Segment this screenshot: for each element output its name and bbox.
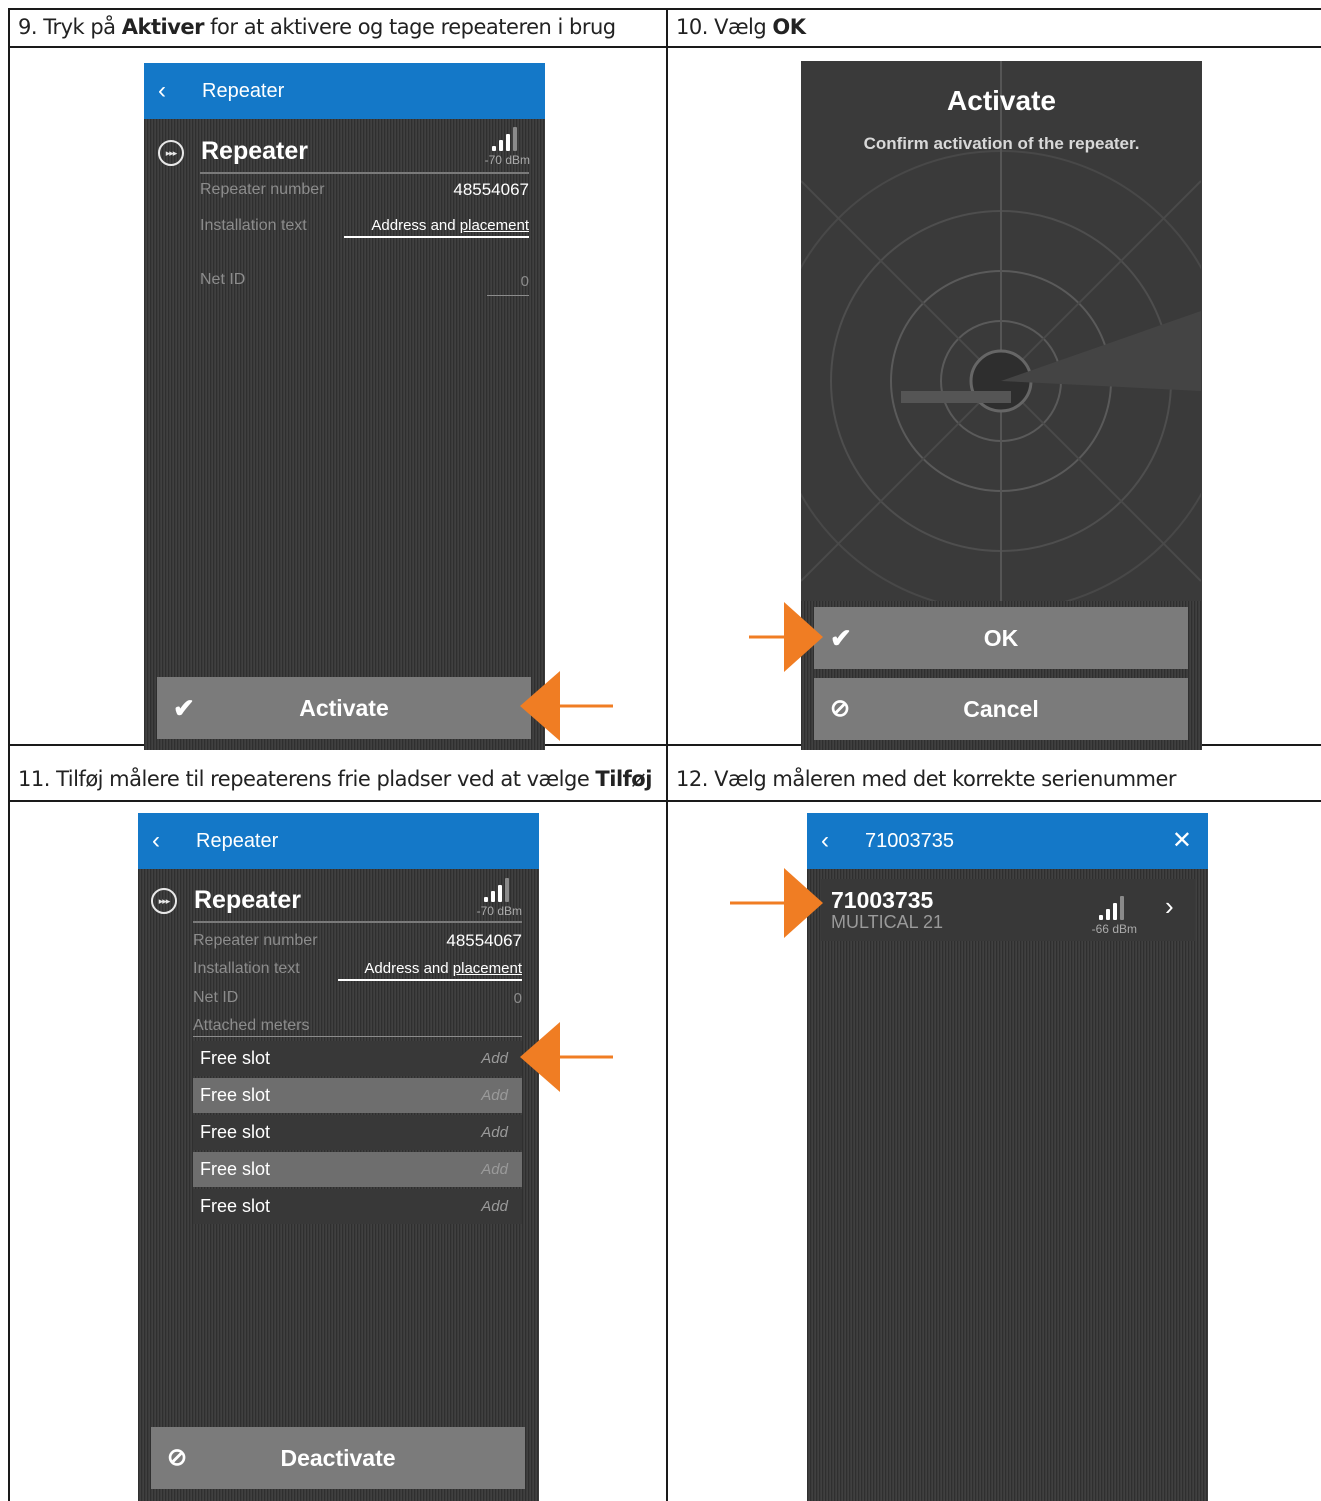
meter-number: 71003735 xyxy=(831,887,934,913)
cancel-button[interactable]: ⊘ Cancel xyxy=(814,678,1188,740)
chevron-right-icon: › xyxy=(1165,891,1174,921)
add-link[interactable]: Add xyxy=(481,1115,508,1150)
app-bar: ‹ Repeater xyxy=(138,813,539,869)
caption-step-9: 9. Tryk på Aktiver for at aktivere og ta… xyxy=(18,15,616,39)
dialog-subtitle: Confirm activation of the repeater. xyxy=(863,134,1140,153)
signal-dbm: -70 dBm xyxy=(476,904,522,918)
free-slot-row[interactable]: Free slot Add xyxy=(193,1115,522,1150)
signal-strength-icon xyxy=(484,876,518,902)
divider xyxy=(200,172,529,174)
add-link[interactable]: Add xyxy=(481,1152,508,1187)
divider xyxy=(193,921,522,923)
repeater-number-label: Repeater number xyxy=(193,932,318,949)
net-id-label: Net ID xyxy=(200,271,246,288)
installation-text-label: Installation text xyxy=(193,960,300,977)
free-slot-row[interactable]: Free slot Add xyxy=(193,1041,522,1076)
back-arrow-icon[interactable]: ‹ xyxy=(158,63,166,119)
net-id-label: Net ID xyxy=(193,989,239,1006)
checkmark-icon: ✔ xyxy=(173,693,195,723)
screen-activate-confirm: Activate Confirm activation of the repea… xyxy=(801,61,1202,750)
signal-dbm: -66 dBm xyxy=(1091,922,1137,936)
repeater-number-label: Repeater number xyxy=(200,181,325,198)
checkmark-icon: ✔ xyxy=(830,623,852,653)
repeater-number-value: 48554067 xyxy=(453,180,529,199)
divider xyxy=(193,1036,522,1037)
add-link[interactable]: Add xyxy=(481,1041,508,1076)
installation-text-label: Installation text xyxy=(200,217,307,234)
caption-step-12: 12. Vælg måleren med det korrekte serien… xyxy=(676,767,1177,791)
cancel-circle-icon: ⊘ xyxy=(167,1444,188,1471)
orange-arrow-icon xyxy=(749,602,823,672)
repeater-number-value: 48554067 xyxy=(446,931,522,950)
column-divider xyxy=(666,10,668,1501)
deactivate-button[interactable]: ⊘ Deactivate xyxy=(151,1427,525,1489)
repeater-icon: ▸▸▸ xyxy=(151,888,177,914)
app-bar: ‹ 71003735 ✕ xyxy=(807,813,1208,869)
meter-type: MULTICAL 21 xyxy=(831,912,944,932)
free-slot-row[interactable]: Free slot Add xyxy=(193,1152,522,1187)
orange-arrow-icon xyxy=(730,868,823,938)
signal-dbm: -70 dBm xyxy=(484,153,530,167)
free-slot-row[interactable]: Free slot Add xyxy=(193,1189,522,1224)
installation-text-field[interactable]: Address and placement xyxy=(344,217,529,238)
attached-meters-label: Attached meters xyxy=(193,1017,310,1034)
ok-button[interactable]: ✔ OK xyxy=(814,607,1188,669)
device-title: Repeater xyxy=(201,137,308,165)
add-link[interactable]: Add xyxy=(481,1078,508,1113)
app-bar: ‹ Repeater xyxy=(144,63,545,119)
installation-text-field[interactable]: Address and placement xyxy=(338,960,522,981)
back-arrow-icon[interactable]: ‹ xyxy=(152,813,160,869)
meter-list-item[interactable]: 71003735 MULTICAL 21 -66 dBm › xyxy=(821,879,1195,941)
signal-strength-icon xyxy=(1099,894,1133,920)
screen-meter-select: ‹ 71003735 ✕ 71003735 MULTICAL 21 -66 dB… xyxy=(807,813,1208,1501)
net-id-underline xyxy=(487,295,529,296)
close-icon[interactable]: ✕ xyxy=(1172,813,1192,869)
repeater-icon: ▸▸▸ xyxy=(158,140,184,166)
net-id-field[interactable]: 0 xyxy=(444,273,529,290)
signal-strength-icon xyxy=(492,125,526,151)
orange-arrow-icon xyxy=(520,671,613,741)
caption-step-11: 11. Tilføj målere til repeaterens frie p… xyxy=(18,767,652,791)
cancel-circle-icon: ⊘ xyxy=(830,695,851,722)
add-link[interactable]: Add xyxy=(481,1189,508,1224)
dialog-title: Activate xyxy=(947,85,1056,116)
orange-arrow-icon xyxy=(520,1022,613,1092)
app-bar-title: Repeater xyxy=(202,80,285,102)
device-title: Repeater xyxy=(194,886,301,914)
activate-button[interactable]: ✔ Activate xyxy=(157,677,531,739)
app-bar-title: Repeater xyxy=(196,830,279,852)
back-arrow-icon[interactable]: ‹ xyxy=(821,813,829,869)
screen-repeater-activate: ‹ Repeater ▸▸▸ Repeater -70 dBm Repeater… xyxy=(144,63,545,750)
free-slot-row[interactable]: Free slot Add xyxy=(193,1078,522,1113)
app-bar-title: 71003735 xyxy=(865,830,954,852)
net-id-value: 0 xyxy=(513,990,522,1007)
caption-step-10: 10. Vælg OK xyxy=(676,15,806,39)
screen-repeater-attached: ‹ Repeater ▸▸▸ Repeater -70 dBm Repeater… xyxy=(138,813,539,1501)
